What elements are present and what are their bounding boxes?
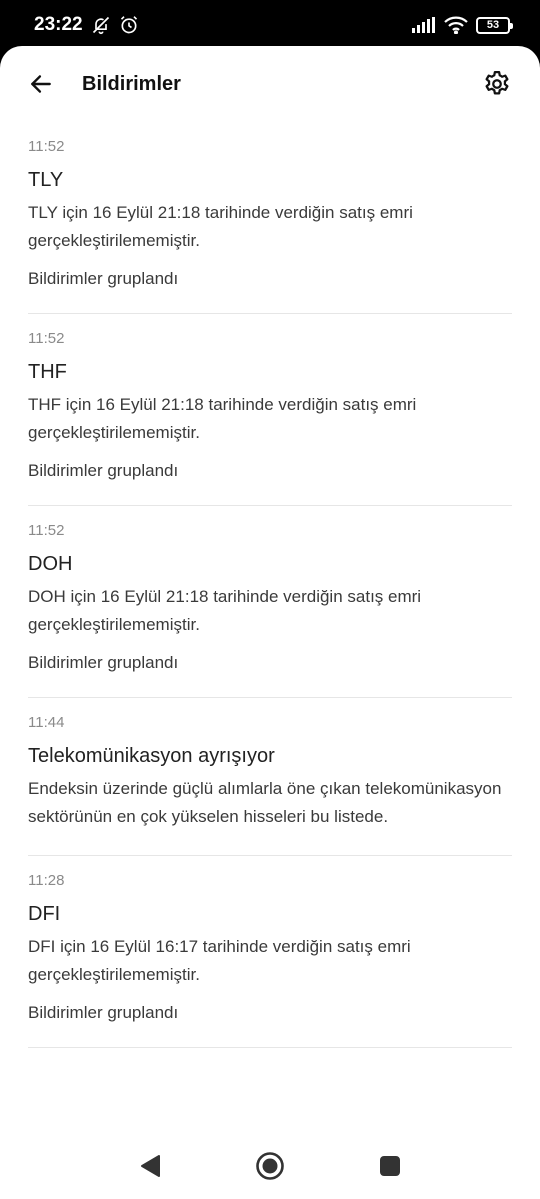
notification-item[interactable]: 11:44 Telekomünikasyon ayrışıyor Endeksi… [28,698,512,856]
notification-body: TLY için 16 Eylül 21:18 tarihinde verdiğ… [28,203,413,250]
nav-back-icon [141,1155,160,1177]
back-button[interactable] [28,71,54,97]
app-bar: Bildirimler [0,46,540,122]
alarm-icon [120,16,137,34]
notification-time: 11:28 [28,872,65,889]
notification-title: TLY [28,169,64,191]
notification-body: DOH için 16 Eylül 21:18 tarihinde verdiğ… [28,587,422,634]
notification-time: 11:52 [28,330,65,347]
notification-list: 11:52 TLY TLY için 16 Eylül 21:18 tarihi… [0,122,540,1048]
page-title: Bildirimler [82,72,181,95]
notification-grouped-label[interactable]: Bildirimler gruplandı [28,461,512,481]
notification-item[interactable]: 11:52 TLY TLY için 16 Eylül 21:18 tarihi… [28,122,512,314]
notification-grouped-label[interactable]: Bildirimler gruplandı [28,653,512,673]
notification-time: 11:44 [28,714,65,731]
nav-home-icon [256,1152,284,1180]
notification-grouped-label[interactable]: Bildirimler gruplandı [28,1003,512,1023]
notification-title: Telekomünikasyon ayrışıyor [28,745,275,767]
notification-time: 11:52 [28,138,65,155]
notification-title: DOH [28,553,73,575]
arrow-left-icon [31,75,51,93]
notification-body: DFI için 16 Eylül 16:17 tarihinde verdiğ… [28,937,411,984]
battery-level: 53 [486,19,500,31]
notifications-screen: Bildirimler 11:52 TLY TLY için 16 Eylül … [0,46,540,1199]
notification-title: THF [28,361,67,383]
notification-title: DFI [28,903,61,925]
nav-back-button[interactable] [139,1154,161,1178]
notification-time: 11:52 [28,522,65,539]
notification-body: Endeksin üzerinde güçlü alımlarla öne çı… [28,779,502,826]
status-left: 23:22 [34,14,139,36]
notification-item[interactable]: 11:52 DOH DOH için 16 Eylül 21:18 tarihi… [28,506,512,698]
system-nav-bar [0,1133,540,1199]
signal-icon [412,17,435,33]
battery-icon: 53 [476,16,513,34]
notification-body: THF için 16 Eylül 21:18 tarihinde verdiğ… [28,395,417,442]
nav-recents-button[interactable] [379,1155,401,1177]
bell-off-icon [92,16,109,35]
wifi-icon [444,16,468,34]
status-time: 23:22 [34,14,83,35]
nav-home-button[interactable] [255,1151,285,1181]
notification-grouped-label[interactable]: Bildirimler gruplandı [28,269,512,289]
settings-button[interactable] [482,69,512,99]
status-right: 53 [412,16,513,34]
status-bar: 23:22 53 [0,0,540,50]
notification-item[interactable]: 11:28 DFI DFI için 16 Eylül 16:17 tarihi… [28,856,512,1048]
notification-item[interactable]: 11:52 THF THF için 16 Eylül 21:18 tarihi… [28,314,512,506]
app-bar-left: Bildirimler [28,71,181,97]
gear-icon [485,71,509,95]
nav-recents-icon [380,1156,400,1176]
